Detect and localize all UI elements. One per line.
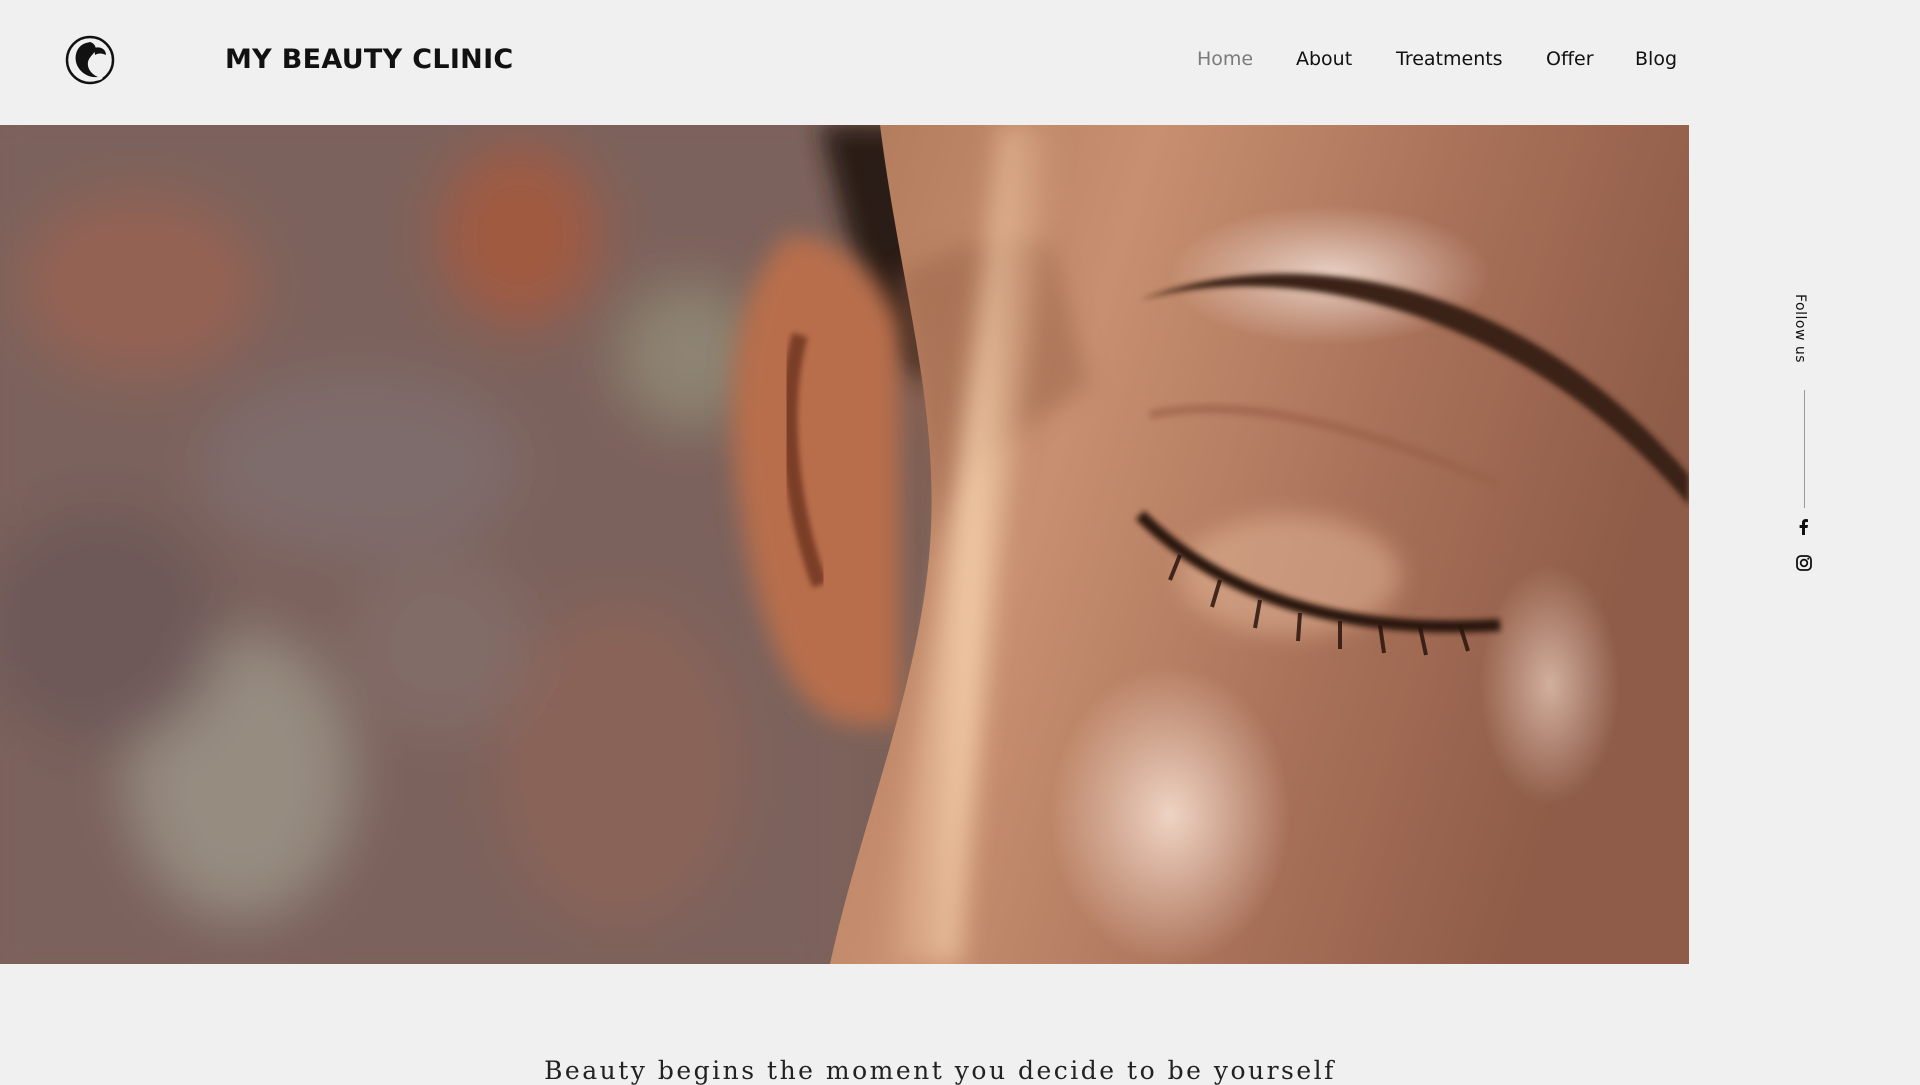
site-header: MY BEAUTY CLINIC Home About Treatments O… [0,0,1920,125]
instagram-icon[interactable] [1795,554,1813,572]
brand-title[interactable]: MY BEAUTY CLINIC [225,44,514,75]
hero-image [0,125,1689,964]
follow-divider [1804,390,1805,508]
page-tagline: Beauty begins the moment you decide to b… [544,1056,1336,1085]
nav-home[interactable]: Home [1197,48,1253,70]
nav-blog[interactable]: Blog [1635,48,1677,70]
nav-offer[interactable]: Offer [1546,48,1594,70]
follow-us-sidebar: Follow us [1780,294,1830,594]
facebook-icon[interactable] [1795,518,1813,536]
nav-about[interactable]: About [1296,48,1352,70]
woman-profile-logo-icon[interactable] [64,34,116,86]
follow-us-label: Follow us [1792,294,1808,364]
nav-treatments[interactable]: Treatments [1396,48,1503,70]
